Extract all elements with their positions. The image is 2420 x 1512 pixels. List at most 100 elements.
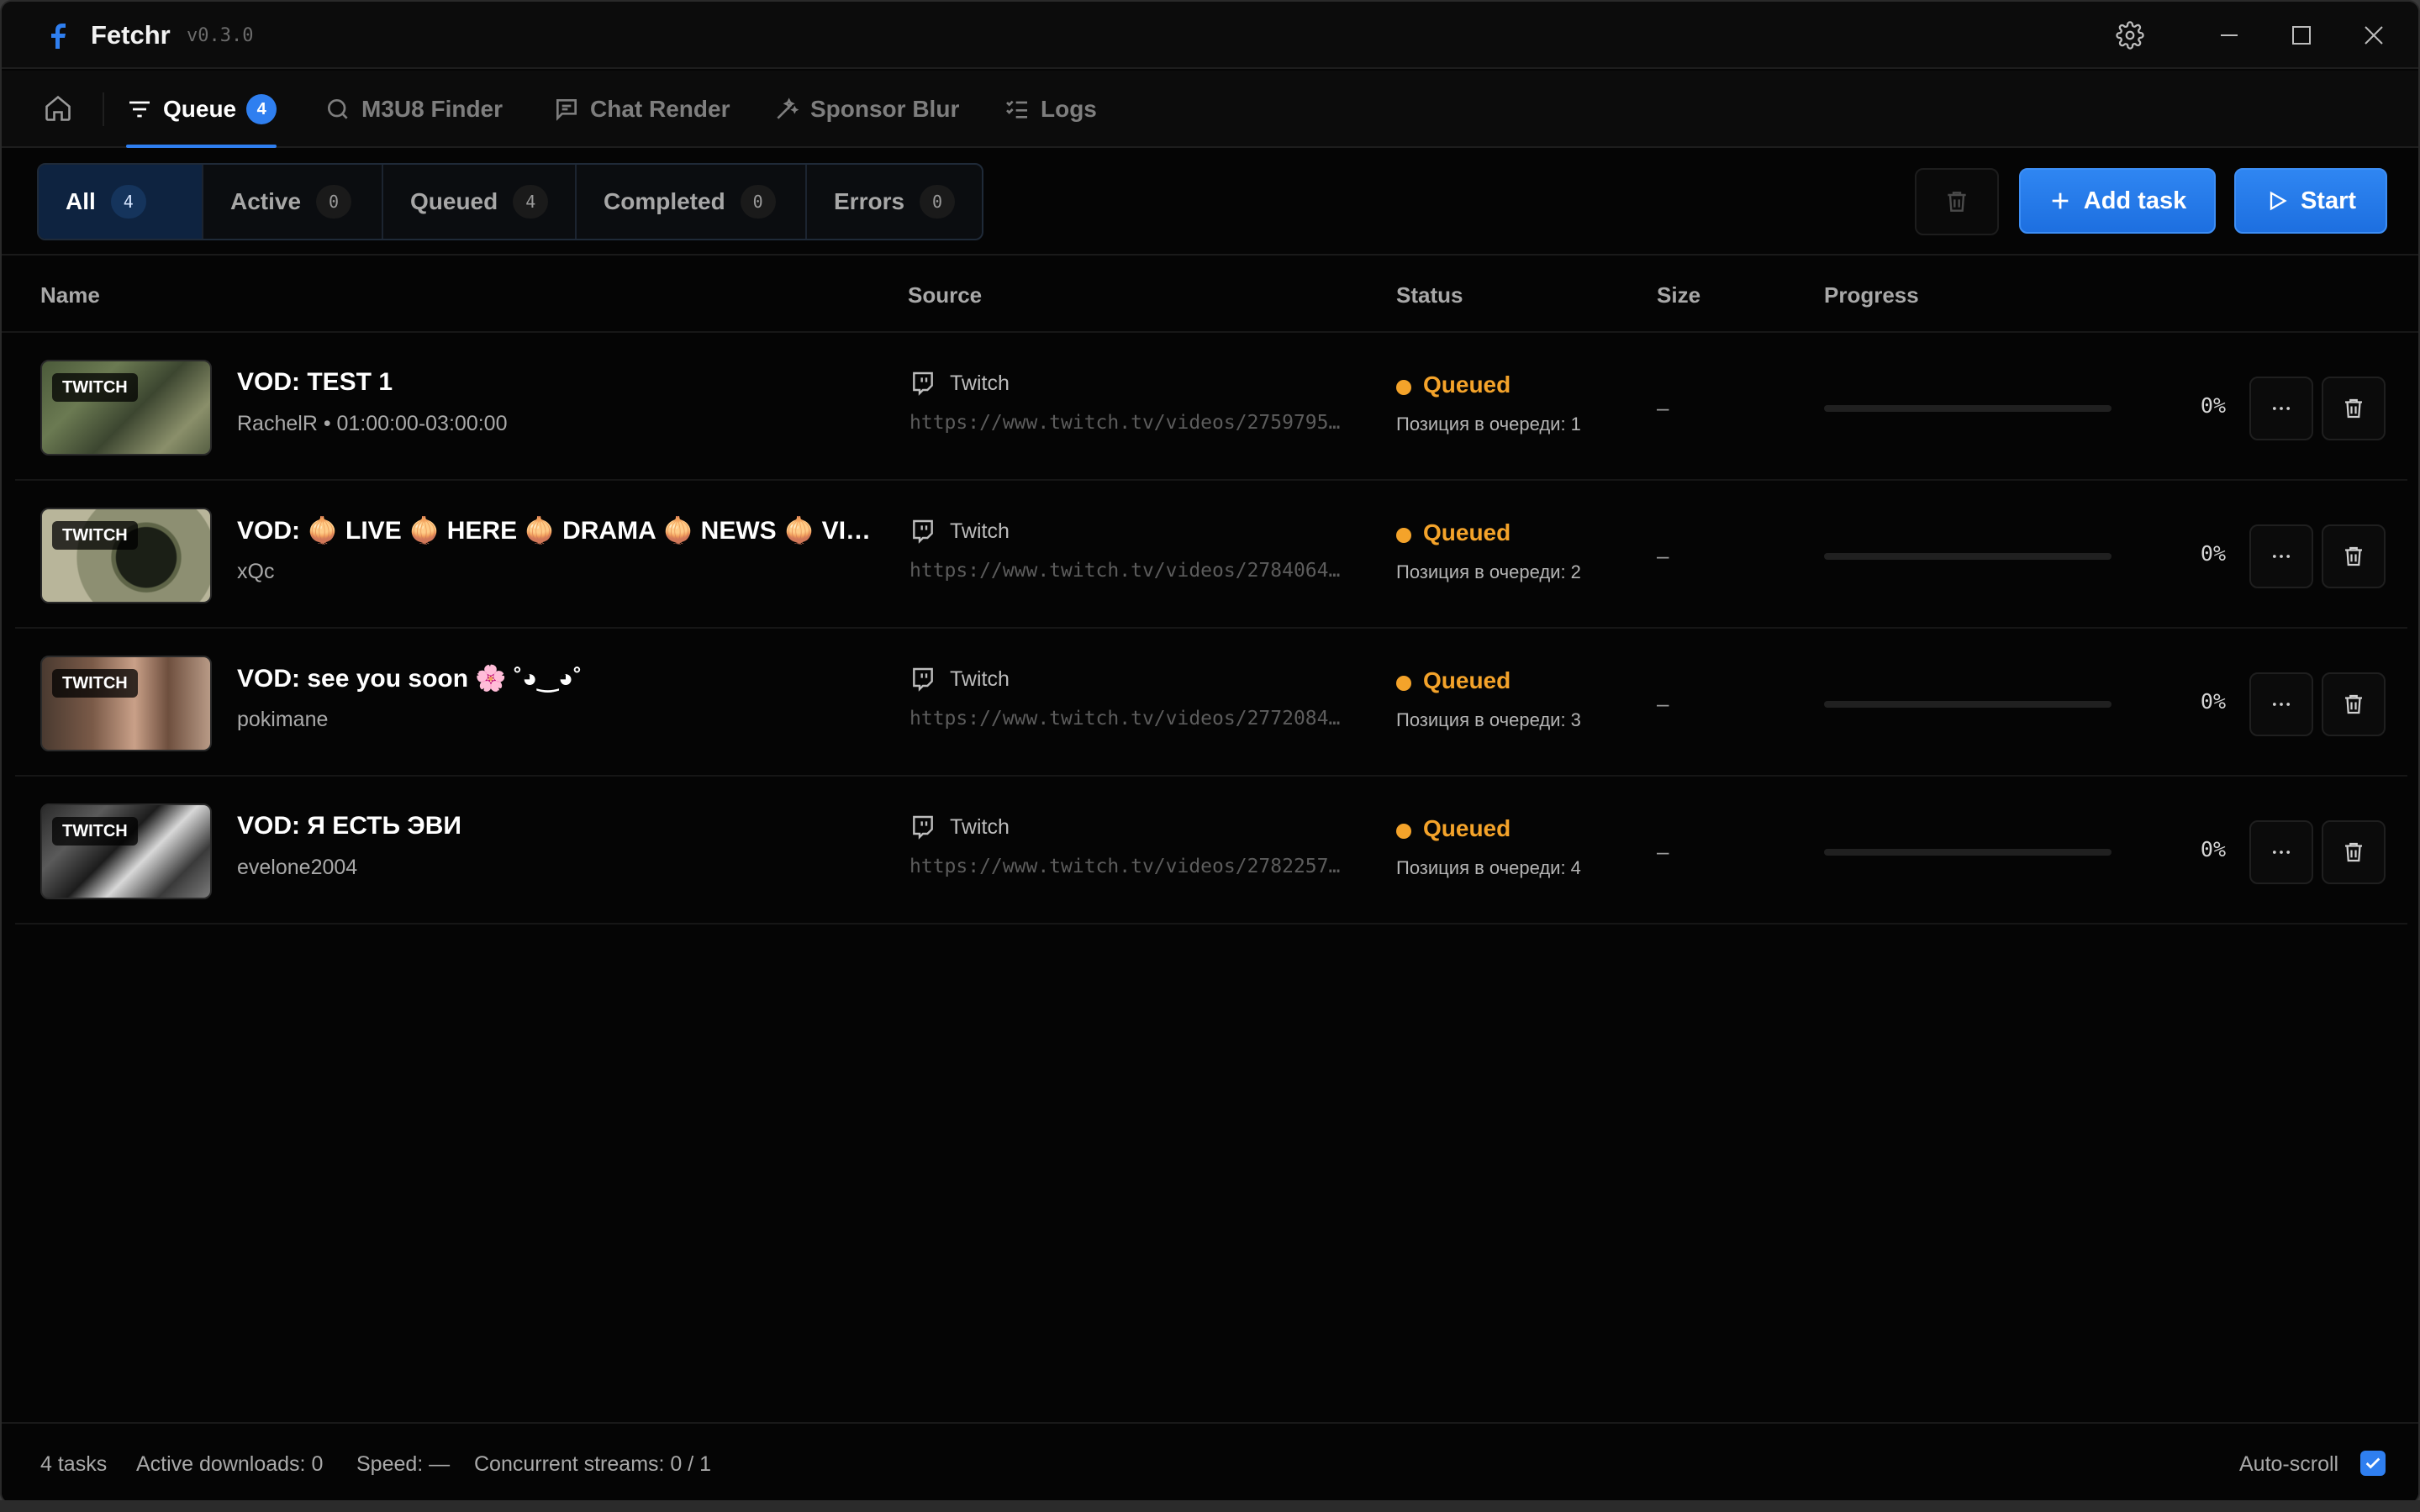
task-title: VOD: 🧅 LIVE 🧅 HERE 🧅 DRAMA 🧅 NEWS 🧅 VIDE… bbox=[237, 517, 884, 545]
more-actions-button[interactable] bbox=[2249, 820, 2313, 884]
tab-m3u8-finder[interactable]: M3U8 Finder bbox=[324, 71, 503, 148]
table-row[interactable]: TWITCH VOD: see you soon 🌸 ˚◕‿◕˚ pokiman… bbox=[15, 630, 2407, 777]
status-dot bbox=[1396, 528, 1411, 543]
vod-thumbnail: TWITCH bbox=[40, 508, 212, 603]
column-name-header[interactable]: Name bbox=[40, 282, 100, 308]
filter-active-count: 0 bbox=[316, 185, 352, 219]
more-horizontal-icon bbox=[2272, 851, 2291, 854]
delete-task-button[interactable] bbox=[2322, 820, 2386, 884]
settings-button[interactable] bbox=[2110, 15, 2150, 55]
autoscroll-label: Auto-scroll bbox=[2239, 1452, 2339, 1476]
table-row[interactable]: TWITCH VOD: 🧅 LIVE 🧅 HERE 🧅 DRAMA 🧅 NEWS… bbox=[15, 482, 2407, 629]
source-url[interactable]: https://www.twitch.tv/videos/2782257… bbox=[909, 856, 1385, 877]
queue-position: Позиция в очереди: 1 bbox=[1396, 414, 1581, 435]
more-horizontal-icon bbox=[2272, 407, 2291, 410]
play-icon bbox=[2270, 191, 2287, 211]
column-size-header[interactable]: Size bbox=[1657, 282, 1700, 308]
column-status-header[interactable]: Status bbox=[1396, 282, 1463, 308]
add-task-button[interactable]: Add task bbox=[2019, 168, 2216, 234]
more-actions-button[interactable] bbox=[2249, 672, 2313, 736]
filter-active-label: Active bbox=[230, 188, 302, 214]
trash-icon bbox=[1948, 192, 1966, 212]
start-label: Start bbox=[2300, 187, 2357, 214]
filter-queued-label: Queued bbox=[410, 188, 498, 214]
maximize-button[interactable] bbox=[2281, 15, 2322, 55]
minimize-icon bbox=[2221, 34, 2238, 36]
start-button[interactable]: Start bbox=[2234, 168, 2387, 234]
tab-logs-label: Logs bbox=[1041, 96, 1097, 122]
filter-toolbar: All 4 Active 0 Queued 4 Completed 0 Erro… bbox=[2, 150, 2418, 256]
size-value: – bbox=[1657, 543, 1669, 568]
progress-bar bbox=[1824, 405, 2112, 412]
tab-sponsor-blur[interactable]: Sponsor Blur bbox=[773, 71, 959, 148]
table-row[interactable]: TWITCH VOD: Я ЕСТЬ ЭВИ evelone2004 Twitc… bbox=[15, 778, 2407, 925]
twitch-icon bbox=[913, 371, 933, 396]
delete-task-button[interactable] bbox=[2322, 377, 2386, 440]
twitch-icon bbox=[913, 519, 933, 544]
progress-bar bbox=[1824, 553, 2112, 560]
filter-completed-label: Completed bbox=[604, 188, 725, 214]
filter-all[interactable]: All 4 bbox=[39, 165, 203, 239]
minimize-button[interactable] bbox=[2209, 15, 2249, 55]
source-url[interactable]: https://www.twitch.tv/videos/2759795… bbox=[909, 412, 1385, 434]
twitch-icon bbox=[913, 667, 933, 692]
home-button[interactable] bbox=[39, 89, 77, 128]
delete-task-button[interactable] bbox=[2322, 524, 2386, 588]
task-count: 4 tasks bbox=[40, 1452, 108, 1476]
close-button[interactable] bbox=[2354, 15, 2394, 55]
tab-sponsor-blur-label: Sponsor Blur bbox=[810, 96, 960, 122]
column-progress-header[interactable]: Progress bbox=[1824, 282, 1919, 308]
home-icon bbox=[45, 95, 71, 121]
tab-chat-render[interactable]: Chat Render bbox=[553, 71, 730, 148]
filter-completed[interactable]: Completed 0 bbox=[577, 165, 807, 239]
more-horizontal-icon bbox=[2272, 703, 2291, 706]
status-label: Queued bbox=[1423, 815, 1511, 841]
source-url[interactable]: https://www.twitch.tv/videos/2772084… bbox=[909, 708, 1385, 730]
task-subtitle: pokimane bbox=[237, 708, 329, 731]
tab-queue[interactable]: Queue 4 bbox=[126, 71, 277, 148]
filter-active[interactable]: Active 0 bbox=[203, 165, 383, 239]
table-row[interactable]: TWITCH VOD: TEST 1 RachelR • 01:00:00-03… bbox=[15, 335, 2407, 481]
task-title: VOD: Я ЕСТЬ ЭВИ bbox=[237, 812, 461, 840]
platform-badge: TWITCH bbox=[52, 817, 138, 846]
clear-queue-button[interactable] bbox=[1915, 168, 1999, 235]
vod-thumbnail: TWITCH bbox=[40, 803, 212, 899]
size-value: – bbox=[1657, 839, 1669, 864]
tab-logs[interactable]: Logs bbox=[1004, 71, 1097, 148]
source-name: Twitch bbox=[950, 815, 1010, 839]
platform-badge: TWITCH bbox=[52, 373, 138, 402]
fetchr-logo-icon bbox=[44, 20, 74, 50]
queue-position: Позиция в очереди: 3 bbox=[1396, 709, 1581, 730]
tab-queue-label: Queue bbox=[163, 96, 237, 122]
trash-icon bbox=[2345, 398, 2362, 419]
app-window: Fetchr v0.3.0 Queue 4 M3U8 Finder Chat R… bbox=[0, 0, 2420, 1504]
more-actions-button[interactable] bbox=[2249, 524, 2313, 588]
progress-percent: 0% bbox=[2200, 541, 2226, 566]
more-actions-button[interactable] bbox=[2249, 377, 2313, 440]
app-version: v0.3.0 bbox=[187, 25, 254, 46]
status-label: Queued bbox=[1423, 519, 1511, 545]
filter-errors-count: 0 bbox=[920, 185, 956, 219]
maximize-icon bbox=[2292, 26, 2311, 45]
autoscroll-checkbox[interactable] bbox=[2360, 1451, 2386, 1476]
title-bar: Fetchr v0.3.0 bbox=[2, 2, 2418, 69]
concurrent-streams: Concurrent streams: 0 / 1 bbox=[474, 1452, 712, 1476]
filter-queued[interactable]: Queued 4 bbox=[383, 165, 577, 239]
magic-wand-icon bbox=[777, 97, 799, 119]
platform-badge: TWITCH bbox=[52, 521, 138, 550]
tab-m3u8-finder-label: M3U8 Finder bbox=[361, 96, 504, 122]
status-dot bbox=[1396, 676, 1411, 691]
status-label: Queued bbox=[1423, 371, 1511, 398]
trash-icon bbox=[2345, 694, 2362, 714]
status-dot bbox=[1396, 824, 1411, 839]
status-label: Queued bbox=[1423, 667, 1511, 693]
filter-all-label: All bbox=[66, 188, 96, 214]
filter-errors[interactable]: Errors 0 bbox=[807, 165, 982, 239]
active-tab-indicator bbox=[126, 145, 277, 148]
download-speed: Speed: — bbox=[356, 1452, 451, 1476]
delete-task-button[interactable] bbox=[2322, 672, 2386, 736]
source-url[interactable]: https://www.twitch.tv/videos/2784064… bbox=[909, 560, 1385, 582]
trash-icon bbox=[2345, 842, 2362, 862]
tab-chat-render-label: Chat Render bbox=[590, 96, 730, 122]
column-source-header[interactable]: Source bbox=[908, 282, 982, 308]
